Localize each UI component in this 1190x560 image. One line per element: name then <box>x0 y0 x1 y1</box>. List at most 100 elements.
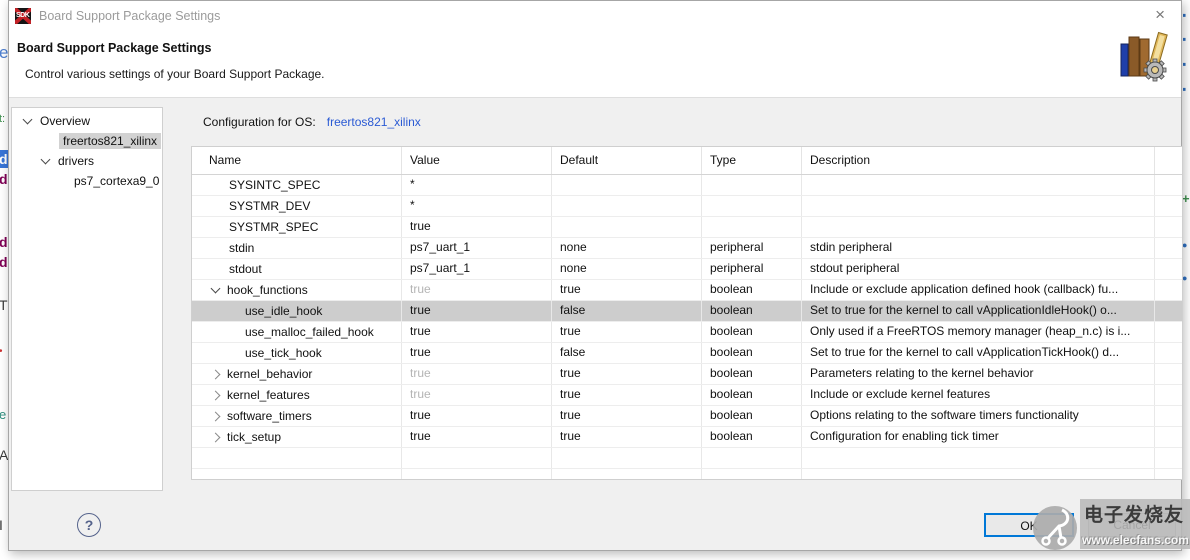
table-row-stdout[interactable]: stdoutps7_uart_1noneperipheralstdout per… <box>192 259 1182 280</box>
parameter-name-label: SYSTMR_DEV <box>229 197 310 216</box>
config-os-link[interactable]: freertos821_xilinx <box>327 115 421 129</box>
table-row-SYSTMR_DEV[interactable]: SYSTMR_DEV* <box>192 196 1182 217</box>
cell-default <box>552 469 702 480</box>
parameter-name-label: use_tick_hook <box>245 344 322 363</box>
cell-description <box>802 469 1155 480</box>
chevron-right-icon[interactable] <box>211 411 221 421</box>
cell-type: peripheral <box>702 238 802 258</box>
cell-filler <box>1155 217 1182 237</box>
cell-default: true <box>552 385 702 405</box>
screen: SDK Board Support Package Settings × Boa… <box>0 0 1190 560</box>
cell-name <box>192 469 402 480</box>
cell-value: ps7_uart_1 <box>402 238 552 258</box>
cell-name: hook_functions <box>192 280 402 300</box>
table-row-use_malloc_failed_hook[interactable]: use_malloc_failed_hooktruetruebooleanOnl… <box>192 322 1182 343</box>
cell-default: none <box>552 238 702 258</box>
cell-type: boolean <box>702 364 802 384</box>
cell-filler <box>1155 385 1182 405</box>
column-header-description[interactable]: Description <box>802 147 1155 174</box>
bsp-settings-dialog: SDK Board Support Package Settings × Boa… <box>8 0 1182 551</box>
cell-type <box>702 196 802 216</box>
cell-description: Options relating to the software timers … <box>802 406 1155 426</box>
cell-type: boolean <box>702 280 802 300</box>
sidebar-item-Overview[interactable]: Overview <box>12 111 162 131</box>
cell-default <box>552 175 702 195</box>
cell-filler <box>1155 343 1182 363</box>
config-label: Configuration for OS: <box>203 115 316 129</box>
page-subtitle: Control various settings of your Board S… <box>25 67 325 81</box>
cell-value: ps7_uart_1 <box>402 259 552 279</box>
cell-description: Include or exclude application defined h… <box>802 280 1155 300</box>
table-row-software_timers[interactable]: software_timerstruetruebooleanOptions re… <box>192 406 1182 427</box>
cell-default: none <box>552 259 702 279</box>
help-button[interactable]: ? <box>77 513 101 537</box>
cell-value: true <box>402 217 552 237</box>
cell-type <box>702 448 802 468</box>
parameters-table: NameValueDefaultTypeDescription SYSINTC_… <box>191 146 1183 480</box>
cell-description: Set to true for the kernel to call vAppl… <box>802 301 1155 321</box>
chevron-down-icon[interactable] <box>23 115 33 125</box>
table-row-use_tick_hook[interactable]: use_tick_hooktruefalsebooleanSet to true… <box>192 343 1182 364</box>
chevron-right-icon[interactable] <box>211 369 221 379</box>
parameter-name-label: stdin <box>229 239 254 258</box>
sidebar-item-drivers[interactable]: drivers <box>12 151 162 171</box>
cell-type <box>702 217 802 237</box>
cell-name: SYSTMR_DEV <box>192 196 402 216</box>
table-row-SYSTMR_SPEC[interactable]: SYSTMR_SPEC true <box>192 217 1182 238</box>
cell-description: Configuration for enabling tick timer <box>802 427 1155 447</box>
cell-description: stdout peripheral <box>802 259 1155 279</box>
chevron-down-icon[interactable] <box>211 284 221 294</box>
sidebar-item-label: ps7_cortexa9_0 <box>74 174 159 188</box>
background-text-fragment: + <box>1183 190 1190 210</box>
cell-filler <box>1155 301 1182 321</box>
column-header-value[interactable]: Value <box>402 147 552 174</box>
table-row-kernel_behavior[interactable]: kernel_behaviortruetruebooleanParameters… <box>192 364 1182 385</box>
sdk-app-icon: SDK <box>15 8 31 24</box>
watermark-panel: 电子发烧友 www.elecfans.com <box>1080 499 1190 549</box>
column-header-name[interactable]: Name <box>192 147 402 174</box>
table-row-tick_setup[interactable]: tick_setuptruetruebooleanConfiguration f… <box>192 427 1182 448</box>
column-header-default[interactable]: Default <box>552 147 702 174</box>
table-row-SYSINTC_SPEC[interactable]: SYSINTC_SPEC* <box>192 175 1182 196</box>
cell-value: true <box>402 427 552 447</box>
cell-filler <box>1155 322 1182 342</box>
cell-default <box>552 196 702 216</box>
cell-filler <box>1155 406 1182 426</box>
cell-default: true <box>552 364 702 384</box>
cell-default: true <box>552 406 702 426</box>
chevron-right-icon[interactable] <box>211 390 221 400</box>
table-row-empty[interactable] <box>192 448 1182 469</box>
parameter-name-label: SYSTMR_SPEC <box>229 218 318 237</box>
dialog-titlebar: SDK Board Support Package Settings × <box>9 1 1181 31</box>
sidebar-item-label: Overview <box>40 114 90 128</box>
chevron-right-icon[interactable] <box>211 432 221 442</box>
sidebar-item-freertos821_xilinx[interactable]: freertos821_xilinx <box>12 131 162 151</box>
watermark-text: 电子发烧友 <box>1084 500 1184 527</box>
cell-type: boolean <box>702 343 802 363</box>
table-row-empty[interactable] <box>192 469 1182 480</box>
cell-filler <box>1155 259 1182 279</box>
background-text-fragment: ▪ <box>1183 30 1190 50</box>
cell-type <box>702 469 802 480</box>
cell-description <box>802 217 1155 237</box>
cell-filler <box>1155 427 1182 447</box>
column-header-type[interactable]: Type <box>702 147 802 174</box>
cell-value: true <box>402 364 552 384</box>
table-header-row: NameValueDefaultTypeDescription <box>192 147 1182 175</box>
cell-type: peripheral <box>702 259 802 279</box>
cell-default <box>552 217 702 237</box>
table-body: SYSINTC_SPEC*SYSTMR_DEV*SYSTMR_SPECtrues… <box>192 175 1182 480</box>
cell-description: Only used if a FreeRTOS memory manager (… <box>802 322 1155 342</box>
sidebar-item-ps7_cortexa9_0[interactable]: ps7_cortexa9_0 <box>12 171 162 191</box>
cell-description <box>802 196 1155 216</box>
table-row-hook_functions[interactable]: hook_functionstruetruebooleanInclude or … <box>192 280 1182 301</box>
cell-name: SYSTMR_SPEC <box>192 217 402 237</box>
parameter-name-label: tick_setup <box>227 428 281 447</box>
close-icon[interactable]: × <box>1155 5 1165 25</box>
chevron-down-icon[interactable] <box>41 155 51 165</box>
cell-name <box>192 448 402 468</box>
table-row-kernel_features[interactable]: kernel_featurestruetruebooleanInclude or… <box>192 385 1182 406</box>
table-row-use_idle_hook[interactable]: use_idle_hooktruefalsebooleanSet to true… <box>192 301 1182 322</box>
table-row-stdin[interactable]: stdinps7_uart_1noneperipheralstdin perip… <box>192 238 1182 259</box>
parameter-name-label: use_malloc_failed_hook <box>245 323 374 342</box>
